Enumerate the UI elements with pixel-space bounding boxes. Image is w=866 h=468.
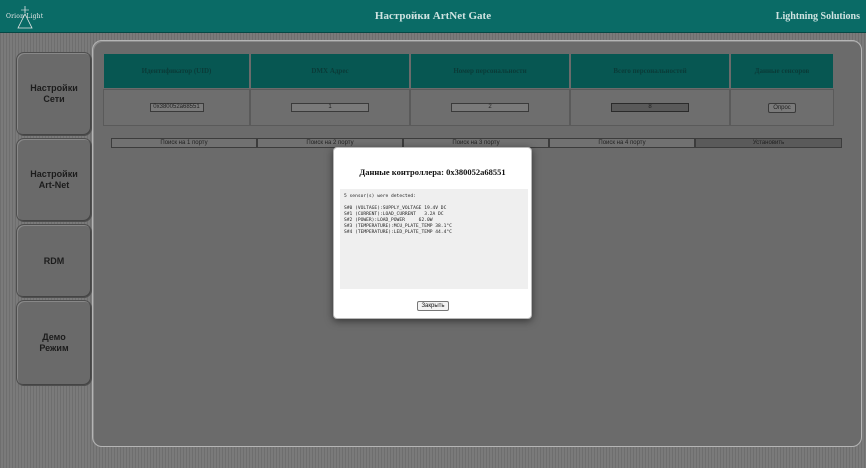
personality-number-field[interactable]: 2 bbox=[451, 103, 529, 112]
column-header-sensor-data: Данные сенсоров bbox=[730, 53, 834, 89]
cell-dmx-address: 1 bbox=[250, 89, 410, 126]
column-header-uid: Идентификатор (UID) bbox=[103, 53, 250, 89]
sidebar-item-label: Настройки Сети bbox=[30, 83, 78, 104]
sidebar-item-demo-mode[interactable]: Демо Режим bbox=[16, 300, 92, 386]
cell-personality-total: 8 bbox=[570, 89, 730, 126]
brand-name: Lightning Solutions bbox=[775, 11, 860, 22]
table-row: 0x380052a68551 1 2 8 Опрос bbox=[103, 89, 834, 126]
sidebar: Настройки Сети Настройки Art-Net RDM Дем… bbox=[16, 52, 92, 386]
sidebar-item-label: Демо Режим bbox=[39, 332, 69, 353]
search-port-1-button[interactable]: Поиск на 1 порту bbox=[111, 138, 257, 148]
sensor-output: 5 sensor(s) were detected: S#0 (VOLTAGE)… bbox=[340, 189, 528, 289]
close-button[interactable]: Закрыть bbox=[417, 301, 449, 311]
sidebar-item-rdm[interactable]: RDM bbox=[16, 224, 92, 298]
uid-field[interactable]: 0x380052a68551 bbox=[149, 103, 204, 112]
poll-sensors-button[interactable]: Опрос bbox=[768, 102, 796, 113]
cell-uid: 0x380052a68551 bbox=[103, 89, 250, 126]
cell-sensor-data: Опрос bbox=[730, 89, 834, 126]
sensor-summary: 5 sensor(s) were detected: bbox=[344, 194, 416, 199]
sidebar-item-network-settings[interactable]: Настройки Сети bbox=[16, 52, 92, 136]
set-button[interactable]: Установить bbox=[695, 138, 842, 148]
column-header-personality-total: Всего персональностей bbox=[570, 53, 730, 89]
controller-data-dialog: Данные контроллера: 0x380052a68551 5 sen… bbox=[333, 147, 532, 319]
table-header: Идентификатор (UID) DMX Адрес Номер перс… bbox=[103, 53, 834, 89]
dialog-title: Данные контроллера: 0x380052a68551 bbox=[359, 167, 506, 177]
column-header-dmx-address: DMX Адрес bbox=[250, 53, 410, 89]
cell-personality-number: 2 bbox=[410, 89, 570, 126]
app-header: Orion Light Настройки ArtNet Gate Lightn… bbox=[0, 0, 866, 33]
search-port-4-button[interactable]: Поиск на 4 порту bbox=[549, 138, 695, 148]
dmx-address-field[interactable]: 1 bbox=[291, 103, 369, 112]
sidebar-item-label: Настройки Art-Net bbox=[30, 169, 78, 190]
page-title: Настройки ArtNet Gate bbox=[374, 10, 492, 22]
column-header-personality-number: Номер персональности bbox=[410, 53, 570, 89]
sidebar-item-label: RDM bbox=[43, 255, 65, 266]
sidebar-item-artnet-settings[interactable]: Настройки Art-Net bbox=[16, 138, 92, 222]
sensor-line: S#4 (TEMPERATURE):LED_PLATE_TEMP 44.4°C bbox=[344, 230, 452, 235]
personality-total-field: 8 bbox=[611, 103, 689, 112]
